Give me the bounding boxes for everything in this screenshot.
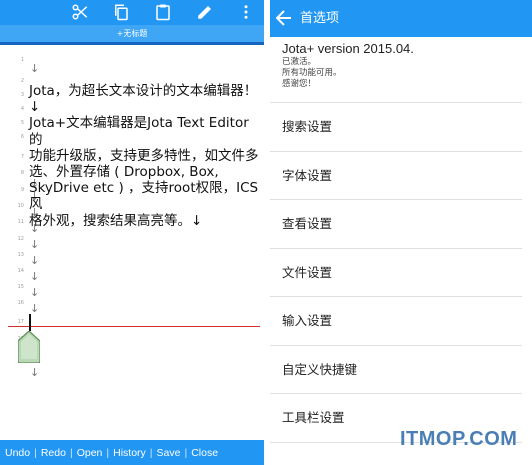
line-number: 1 [20,57,24,63]
text-line: Jota，为超长文本设计的文本编辑器！↓ [29,83,258,116]
pref-item-label: 文件设置 [282,265,333,280]
return-mark: ↓ [30,254,40,267]
pref-item-search-settings[interactable]: 搜索设置 [270,103,522,151]
preferences-pane: 首选项 Jota+ version 2015.04. 已激活。 所有功能可用。 … [270,0,532,465]
line-number: 9 [20,187,24,193]
line-number: 6 [20,134,24,140]
pref-item-font-settings[interactable]: 字体设置 [270,152,522,200]
tab-indicator [0,42,264,45]
back-arrow-icon[interactable] [275,9,292,27]
close-button[interactable]: Close [191,447,218,459]
pref-item-file-settings[interactable]: 文件设置 [270,249,522,297]
separator: | [34,446,37,459]
clipboard-icon[interactable] [153,2,173,22]
editor-toolbar [0,0,264,25]
line-number: 11 [17,219,24,225]
line-number: 16 [17,300,24,306]
pref-item-label: 工具栏设置 [282,410,345,425]
undo-button[interactable]: Undo [5,447,30,459]
watermark-logo: ITMOP.COM [400,428,518,450]
return-mark: ↓ [30,286,40,299]
editor-content[interactable]: Jota，为超长文本设计的文本编辑器！↓ Jota+文本编辑器是Jota Tex… [29,83,261,229]
pencil-icon[interactable] [195,2,215,22]
separator: | [184,446,188,459]
line-number: 12 [17,236,24,242]
separator: | [69,446,73,459]
pref-item-label: 输入设置 [282,313,333,328]
text-line: Jota+文本编辑器是Jota Text Editor的 [29,115,249,148]
text-line: 功能升级版，支持更多特性，如文件多 [29,147,259,164]
status-line: 感谢您！ [282,79,317,89]
return-mark: ↓ [30,270,40,283]
pref-item-custom-shortcuts[interactable]: 自定义快捷键 [270,346,522,394]
status-line: 所有功能可用。 [282,68,342,78]
current-line-indicator [8,326,260,327]
text-line: 选、外置存储 ( Dropbox, Box, [29,164,219,181]
redo-button[interactable]: Redo [41,447,66,459]
line-number: 3 [20,92,24,98]
line-number: 5 [20,120,24,126]
text-caret [29,314,31,331]
return-mark: ↓ [30,62,40,75]
pref-item-input-settings[interactable]: 输入设置 [270,297,522,345]
version-text: Jota+ version 2015.04. [282,41,414,56]
line-number: 2 [20,78,24,84]
text-line: SkyDrive etc ) ，支持root权限，ICS风 [29,180,259,213]
separator: | [149,446,153,459]
document-tab[interactable]: +无标题 [0,25,264,42]
pref-item-label: 字体设置 [282,168,333,183]
save-button[interactable]: Save [157,447,181,459]
scissors-icon[interactable] [70,2,90,22]
status-line: 已激活。 [282,57,317,67]
pref-item-label: 查看设置 [282,216,333,231]
return-mark: ↓ [30,302,40,315]
separator: | [106,446,110,459]
history-button[interactable]: History [113,447,146,459]
text-line: 格外观，搜索结果高亮等。↓ [29,212,203,229]
return-mark: ↓ [30,366,40,379]
line-number: 15 [17,284,24,290]
line-number: 17 [17,319,24,325]
pref-item-label: 自定义快捷键 [282,362,358,377]
about-section[interactable]: Jota+ version 2015.04. 已激活。 所有功能可用。 感谢您！ [282,41,522,90]
line-number: 8 [20,170,24,176]
line-number: 10 [17,203,24,209]
more-vert-icon[interactable] [236,2,256,22]
line-number: 14 [17,268,24,274]
editor-pane: +无标题 123456789101112131415161718 ↓↓↓↓↓↓↓… [0,0,264,465]
document-tab-bar: +无标题 [0,25,264,45]
preferences-app-bar: 首选项 [270,0,532,37]
return-mark: ↓ [30,238,40,251]
cursor-handle[interactable] [17,330,41,364]
copy-icon[interactable] [111,2,131,22]
open-button[interactable]: Open [77,447,103,459]
pref-item-view-settings[interactable]: 查看设置 [270,200,522,248]
editor-bottom-bar: Undo | Redo | Open | History | Save | Cl… [0,440,264,465]
line-number: 4 [20,106,24,112]
line-number: 13 [17,252,24,258]
pref-item-label: 搜索设置 [282,119,333,134]
page-title: 首选项 [300,11,340,26]
line-number: 7 [20,154,24,160]
line-number-gutter: 123456789101112131415161718 [0,48,26,438]
